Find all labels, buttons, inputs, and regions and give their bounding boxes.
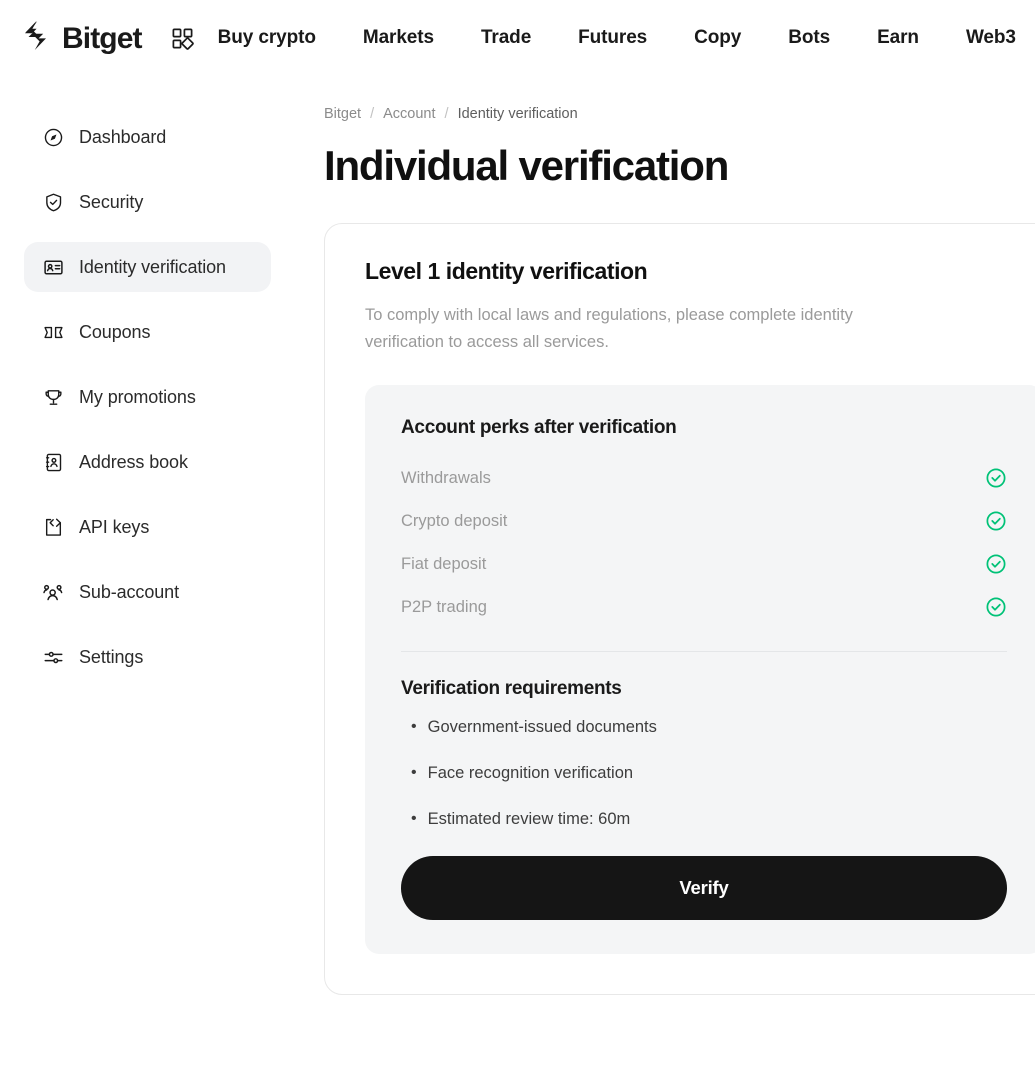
card-description: To comply with local laws and regulation…: [365, 306, 853, 352]
nav-item-markets[interactable]: Markets: [363, 19, 434, 57]
perks-and-requirements-panel: Account perks after verification Withdra…: [365, 384, 1035, 954]
check-circle-icon: [985, 467, 1007, 489]
account-sidebar: Dashboard Security Identity verification…: [0, 76, 300, 697]
main-content: Bitget / Account / Identity verification…: [300, 76, 1035, 995]
nav-item-trade[interactable]: Trade: [481, 19, 531, 57]
id-card-icon: [42, 256, 64, 278]
sidebar-item-api-keys[interactable]: API keys: [24, 502, 271, 552]
shield-check-icon: [42, 191, 64, 213]
perk-row-crypto-deposit: Crypto deposit: [401, 500, 1007, 543]
requirement-text: Government-issued documents: [427, 717, 657, 736]
requirements-list: • Government-issued documents • Face rec…: [401, 718, 1007, 829]
nav-item-web3[interactable]: Web3: [966, 19, 1016, 57]
sidebar-item-label: Security: [79, 191, 144, 212]
compass-icon: [42, 126, 64, 148]
breadcrumb-sep-2: /: [444, 106, 449, 122]
perk-label: Crypto deposit: [401, 511, 508, 530]
section-divider: [401, 650, 1007, 652]
main-nav-items: Buy crypto Markets Trade Futures Copy Bo…: [218, 19, 1016, 57]
breadcrumb-current: Identity verification: [457, 106, 578, 122]
verify-button[interactable]: Verify: [401, 855, 1007, 920]
nav-item-copy[interactable]: Copy: [694, 19, 741, 57]
perk-label: Withdrawals: [401, 468, 491, 487]
bullet-icon: •: [411, 809, 417, 827]
bullet-icon: •: [411, 717, 417, 735]
brand-name: Bitget: [62, 22, 142, 55]
check-circle-icon: [985, 553, 1007, 575]
grid-apps-icon[interactable]: [170, 25, 196, 51]
perk-label: Fiat deposit: [401, 554, 487, 573]
nav-item-bots[interactable]: Bots: [788, 19, 830, 57]
users-group-icon: [42, 581, 64, 603]
sidebar-item-settings[interactable]: Settings: [24, 632, 271, 682]
list-item: • Government-issued documents: [401, 718, 1007, 737]
breadcrumb-sep-1: /: [370, 106, 375, 122]
sidebar-item-label: Coupons: [79, 321, 151, 342]
sidebar-item-label: Address book: [79, 451, 188, 472]
address-book-icon: [42, 451, 64, 473]
sidebar-item-security[interactable]: Security: [24, 177, 271, 227]
page-title: Individual verification: [324, 142, 729, 189]
sidebar-item-coupons[interactable]: Coupons: [24, 307, 271, 357]
nav-item-earn[interactable]: Earn: [877, 19, 919, 57]
sliders-icon: [42, 646, 64, 668]
breadcrumb: Bitget / Account / Identity verification: [324, 106, 1035, 122]
nav-item-futures[interactable]: Futures: [578, 19, 647, 57]
sidebar-item-dashboard[interactable]: Dashboard: [24, 112, 271, 162]
sidebar-item-sub-account[interactable]: Sub-account: [24, 567, 271, 617]
bitget-logo[interactable]: Bitget: [22, 19, 142, 58]
sidebar-item-address-book[interactable]: Address book: [24, 437, 271, 487]
sidebar-item-label: API keys: [79, 516, 150, 537]
sidebar-item-label: My promotions: [79, 386, 196, 407]
bitget-chevron-logo-icon: [22, 19, 58, 58]
perk-label: P2P trading: [401, 597, 487, 616]
check-circle-icon: [985, 596, 1007, 618]
top-navigation-bar: Bitget Buy crypto Markets Trade Futures …: [0, 0, 1035, 76]
list-item: • Estimated review time: 60m: [401, 810, 1007, 829]
perk-row-p2p-trading: P2P trading: [401, 586, 1007, 629]
sidebar-item-label: Dashboard: [79, 126, 167, 147]
requirements-heading: Verification requirements: [401, 677, 622, 699]
nav-item-buy-crypto[interactable]: Buy crypto: [218, 19, 316, 57]
requirement-text: Estimated review time: 60m: [427, 809, 631, 828]
trophy-icon: [42, 386, 64, 408]
sidebar-item-label: Settings: [79, 646, 144, 667]
perk-row-withdrawals: Withdrawals: [401, 457, 1007, 500]
sidebar-item-label: Sub-account: [79, 581, 179, 602]
code-brackets-icon: [42, 516, 64, 538]
perk-row-fiat-deposit: Fiat deposit: [401, 543, 1007, 586]
verification-card: Level 1 identity verification To comply …: [324, 223, 1035, 995]
sidebar-item-identity-verification[interactable]: Identity verification: [24, 242, 271, 292]
requirement-text: Face recognition verification: [427, 763, 634, 782]
list-item: • Face recognition verification: [401, 764, 1007, 783]
sidebar-item-my-promotions[interactable]: My promotions: [24, 372, 271, 422]
perks-heading: Account perks after verification: [401, 416, 677, 438]
breadcrumb-account[interactable]: Account: [383, 106, 435, 122]
check-circle-icon: [985, 510, 1007, 532]
sidebar-item-label: Identity verification: [79, 256, 226, 277]
ticket-icon: [42, 321, 64, 343]
card-title: Level 1 identity verification: [365, 258, 648, 285]
bullet-icon: •: [411, 763, 417, 781]
breadcrumb-root[interactable]: Bitget: [324, 106, 361, 122]
